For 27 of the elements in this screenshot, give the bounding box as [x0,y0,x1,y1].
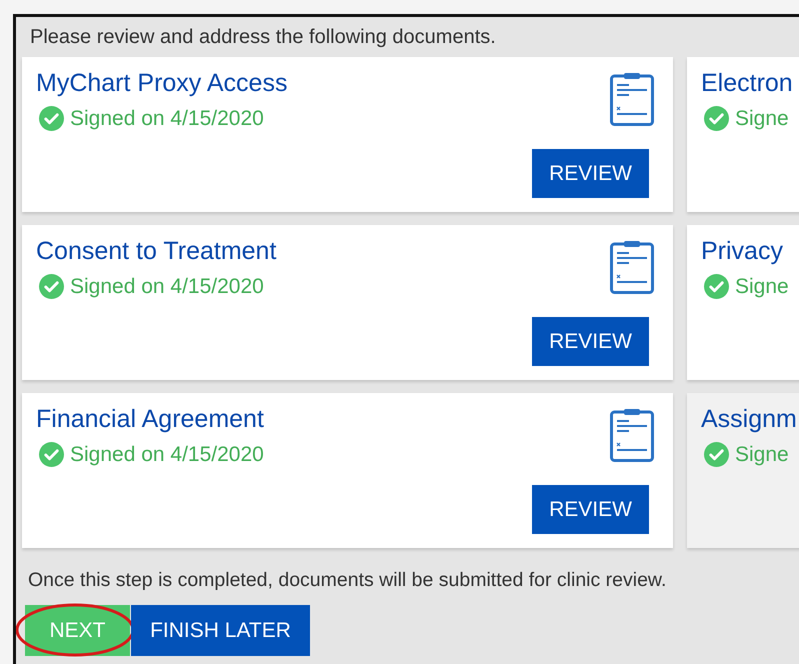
finish-later-button[interactable]: FINISH LATER [131,605,310,656]
signed-status: Signe [735,106,789,130]
clipboard-icon [610,72,654,126]
review-button[interactable]: REVIEW [532,149,649,198]
review-button[interactable]: REVIEW [532,485,649,534]
check-circle-icon [704,442,729,467]
check-circle-icon [39,106,64,131]
clipboard-icon [610,240,654,294]
signed-status: Signe [735,274,789,298]
document-title[interactable]: Privacy [701,237,783,266]
clipboard-icon [610,408,654,462]
signed-status: Signe [735,442,789,466]
signed-status: Signed on 4/15/2020 [70,274,264,298]
intro-text: Please review and address the following documents. [29,25,497,50]
document-title[interactable]: Financial Agreement [36,405,264,434]
submission-note: Once this step is completed, documents will be submitted for clinic review. [27,568,668,592]
check-circle-icon [704,106,729,131]
check-circle-icon [39,274,64,299]
document-title[interactable]: Electron [701,69,793,98]
signed-status: Signed on 4/15/2020 [70,442,264,466]
check-circle-icon [704,274,729,299]
document-title[interactable]: Consent to Treatment [36,237,276,266]
check-circle-icon [39,442,64,467]
review-button[interactable]: REVIEW [532,317,649,366]
document-title[interactable]: MyChart Proxy Access [36,69,288,98]
signed-status: Signed on 4/15/2020 [70,106,264,130]
document-title[interactable]: Assignm [701,405,797,434]
